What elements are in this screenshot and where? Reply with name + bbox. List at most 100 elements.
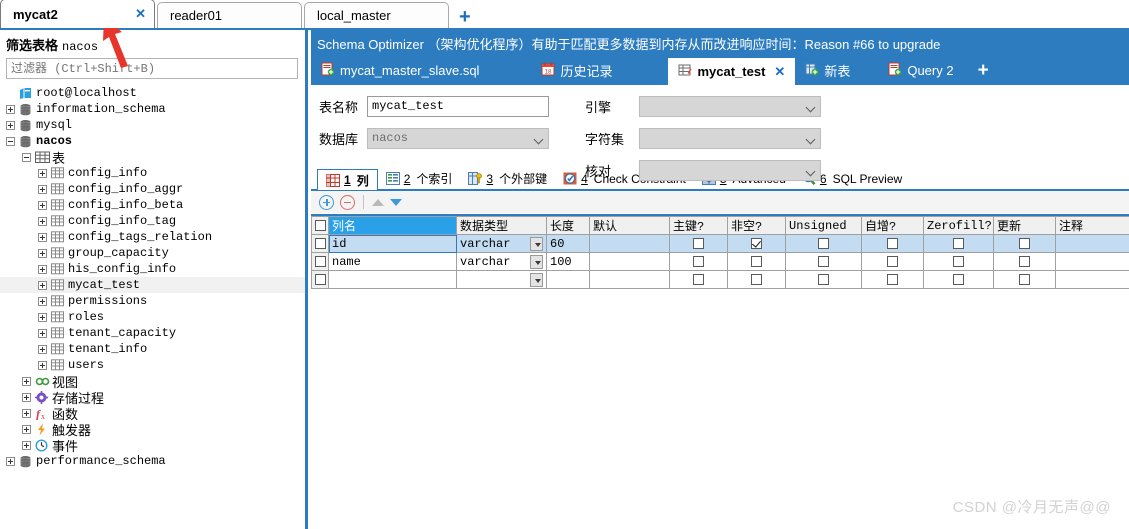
collation-select[interactable] (639, 159, 821, 181)
expand-icon[interactable] (22, 424, 31, 434)
close-icon[interactable]: ✕ (109, 6, 146, 22)
subtab-个索引[interactable]: 2 个索引 (378, 168, 461, 189)
grid-column-header[interactable]: Zerofill? (923, 216, 994, 235)
tree-node[interactable]: tenant_capacity (0, 325, 305, 341)
add-connection-tab-button[interactable]: + (459, 7, 471, 27)
update-cell[interactable] (993, 270, 1056, 289)
not-null-cell[interactable] (727, 234, 786, 253)
editor-tab-query-2[interactable]: Query 2 (878, 56, 963, 85)
tree-node[interactable]: 事件 (0, 437, 305, 454)
update-checkbox[interactable] (1019, 237, 1030, 249)
unsigned-cell[interactable] (785, 270, 862, 289)
subtab-列[interactable]: 1列 (317, 169, 378, 190)
data-type-cell[interactable]: varchar (456, 234, 547, 253)
add-column-button[interactable] (319, 194, 334, 210)
add-editor-tab-button[interactable]: + (964, 56, 1003, 85)
zerofill-checkbox[interactable] (953, 255, 964, 267)
tree-node[interactable]: roles (0, 309, 305, 325)
expand-icon[interactable] (38, 216, 47, 226)
grid-column-header[interactable]: 非空? (727, 216, 786, 235)
tree-node[interactable]: information_schema (0, 101, 305, 117)
tree-node[interactable]: group_capacity (0, 245, 305, 261)
editor-tab-mycat-test[interactable]: mycat_test ✕ (668, 58, 796, 85)
connection-tab-reader01[interactable]: reader01 (157, 2, 302, 28)
row-select-checkbox[interactable] (314, 237, 326, 249)
select-all-cell[interactable] (311, 216, 329, 235)
not-null-checkbox[interactable] (751, 237, 762, 249)
update-cell[interactable] (993, 252, 1056, 271)
not-null-cell[interactable] (727, 270, 786, 289)
zerofill-checkbox[interactable] (953, 237, 964, 249)
tree-node[interactable]: root@localhost (0, 85, 305, 101)
tree-node[interactable]: nacos (0, 133, 305, 149)
length-cell[interactable]: 100 (546, 252, 590, 271)
row-select-checkbox[interactable] (314, 255, 326, 267)
expand-icon[interactable] (38, 328, 47, 338)
tree-node[interactable]: config_info (0, 165, 305, 181)
grid-column-header[interactable]: 自增? (861, 216, 924, 235)
expand-icon[interactable] (38, 248, 47, 258)
update-cell[interactable] (993, 234, 1056, 253)
table-name-input[interactable]: mycat_test (367, 95, 549, 117)
tree-node[interactable]: config_tags_relation (0, 229, 305, 245)
expand-icon[interactable] (22, 392, 31, 402)
unsigned-cell[interactable] (785, 234, 862, 253)
database-select[interactable]: nacos (367, 127, 549, 149)
tree-node[interactable]: 表 (0, 149, 305, 166)
unsigned-checkbox[interactable] (818, 273, 829, 285)
expand-icon[interactable] (38, 264, 47, 274)
tree-node[interactable]: config_info_beta (0, 197, 305, 213)
tree-node[interactable]: mycat_test (0, 277, 305, 293)
expand-icon[interactable] (38, 360, 47, 370)
charset-select[interactable] (639, 127, 821, 149)
auto-increment-checkbox[interactable] (887, 255, 898, 267)
tree-node[interactable]: config_info_tag (0, 213, 305, 229)
primary-key-checkbox[interactable] (693, 273, 704, 285)
comment-cell[interactable] (1055, 270, 1129, 289)
primary-key-cell[interactable] (669, 234, 728, 253)
chevron-down-icon[interactable] (530, 236, 543, 251)
tree-node[interactable]: his_config_info (0, 261, 305, 277)
auto-increment-cell[interactable] (861, 252, 924, 271)
chevron-down-icon[interactable] (530, 272, 543, 287)
expand-icon[interactable] (22, 408, 31, 418)
row-select-cell[interactable] (311, 252, 329, 271)
not-null-cell[interactable] (727, 252, 786, 271)
column-name-cell[interactable]: id (328, 234, 457, 253)
zerofill-cell[interactable] (923, 270, 994, 289)
grid-column-header[interactable]: 长度 (546, 216, 590, 235)
length-cell[interactable]: 60 (546, 234, 590, 253)
column-name-cell[interactable] (328, 270, 457, 289)
unsigned-checkbox[interactable] (818, 237, 829, 249)
update-checkbox[interactable] (1019, 255, 1030, 267)
auto-increment-cell[interactable] (861, 270, 924, 289)
expand-icon[interactable] (38, 312, 47, 322)
not-null-checkbox[interactable] (751, 273, 762, 285)
expand-icon[interactable] (6, 120, 15, 130)
grid-column-header[interactable]: 默认 (589, 216, 670, 235)
expand-icon[interactable] (38, 168, 47, 178)
length-cell[interactable] (546, 270, 590, 289)
data-type-cell[interactable] (456, 270, 547, 289)
comment-cell[interactable] (1055, 234, 1129, 253)
zerofill-checkbox[interactable] (953, 273, 964, 285)
expand-icon[interactable] (38, 200, 47, 210)
table-row[interactable]: name varchar 100 (311, 252, 1129, 271)
select-all-checkbox[interactable] (314, 219, 326, 231)
grid-column-header[interactable]: 注释 (1055, 216, 1129, 235)
expand-icon[interactable] (38, 296, 47, 306)
close-icon[interactable]: ✕ (774, 64, 785, 80)
row-select-cell[interactable] (311, 234, 329, 253)
primary-key-cell[interactable] (669, 270, 728, 289)
auto-increment-cell[interactable] (861, 234, 924, 253)
connection-tab-mycat2[interactable]: mycat2 ✕ (0, 0, 155, 28)
tree-node[interactable]: 存储过程 (0, 389, 305, 406)
table-row[interactable] (311, 270, 1129, 289)
editor-tab-history[interactable]: 18 历史记录 (531, 56, 622, 85)
update-checkbox[interactable] (1019, 273, 1030, 285)
grid-column-header[interactable]: 数据类型 (456, 216, 547, 235)
row-select-checkbox[interactable] (314, 273, 326, 285)
expand-icon[interactable] (6, 104, 15, 114)
grid-column-header[interactable]: 列名 (328, 216, 457, 235)
tree-node[interactable]: performance_schema (0, 453, 305, 469)
